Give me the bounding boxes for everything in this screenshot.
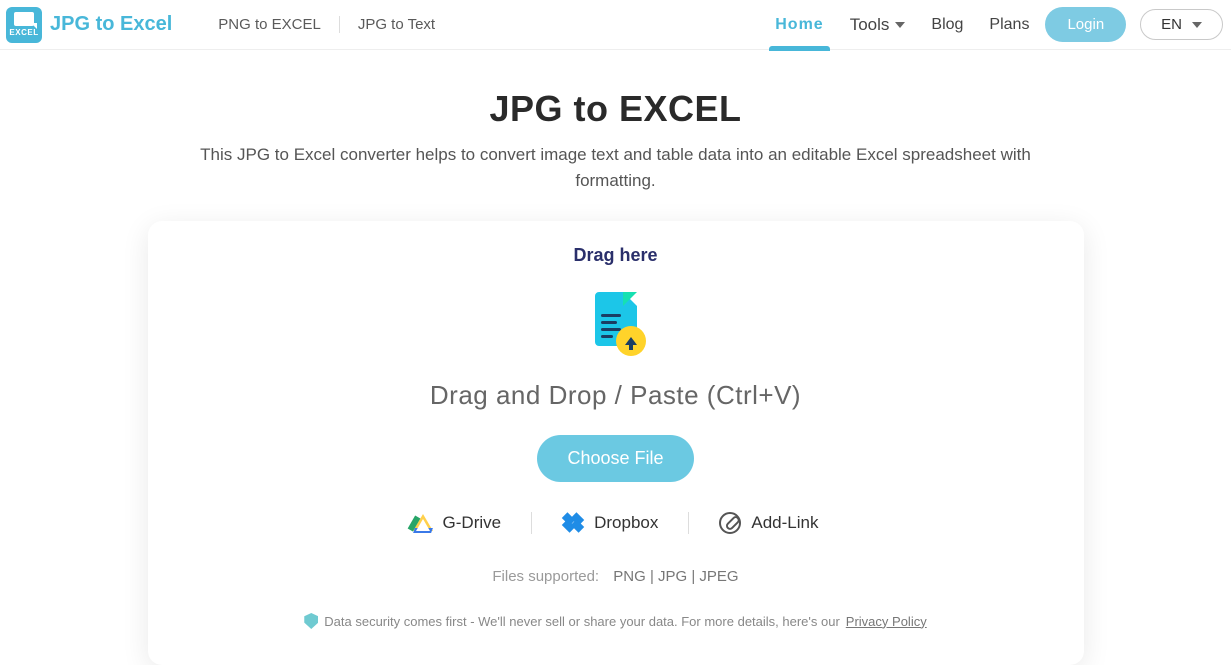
- nav-tools-label: Tools: [850, 15, 890, 35]
- supported-formats: Files supported: PNG | JPG | JPEG: [178, 568, 1054, 585]
- source-dropbox[interactable]: Dropbox: [532, 512, 689, 534]
- nav-link-jpg-to-text[interactable]: JPG to Text: [340, 16, 453, 33]
- supported-list: PNG | JPG | JPEG: [613, 568, 738, 585]
- nav-link-png-to-excel[interactable]: PNG to EXCEL: [200, 16, 340, 33]
- chevron-down-icon: [1192, 22, 1202, 28]
- page-title: JPG to EXCEL: [0, 88, 1231, 130]
- dropbox-icon: [562, 514, 584, 532]
- privacy-policy-link[interactable]: Privacy Policy: [846, 614, 927, 629]
- nav-tools-dropdown[interactable]: Tools: [850, 15, 906, 35]
- security-notice: Data security comes first - We'll never …: [178, 613, 1054, 629]
- supported-label: Files supported:: [492, 568, 599, 585]
- gdrive-icon: [413, 514, 433, 532]
- brand-logo[interactable]: EXCEL JPG to Excel: [6, 7, 172, 43]
- page-subtitle: This JPG to Excel converter helps to con…: [176, 142, 1056, 193]
- link-icon: [715, 507, 746, 538]
- upload-sources: G-Drive Dropbox Add-Link: [178, 512, 1054, 534]
- source-gdrive-label: G-Drive: [443, 513, 502, 533]
- brand-name: JPG to Excel: [50, 13, 172, 36]
- primary-nav: Home Tools Blog Plans: [775, 2, 1029, 48]
- language-selector[interactable]: EN: [1140, 9, 1223, 40]
- login-button[interactable]: Login: [1045, 7, 1126, 42]
- nav-home[interactable]: Home: [775, 2, 823, 48]
- drag-here-label: Drag here: [178, 245, 1054, 266]
- choose-file-button[interactable]: Choose File: [537, 435, 693, 482]
- source-addlink-label: Add-Link: [751, 513, 818, 533]
- upload-card: Drag here Drag and Drop / Paste (Ctrl+V)…: [148, 221, 1084, 665]
- source-gdrive[interactable]: G-Drive: [383, 512, 533, 534]
- logo-icon: EXCEL: [6, 7, 42, 43]
- security-text: Data security comes first - We'll never …: [324, 614, 840, 629]
- hero-section: JPG to EXCEL This JPG to Excel converter…: [0, 88, 1231, 193]
- secondary-nav: PNG to EXCEL JPG to Text: [200, 16, 453, 33]
- source-add-link[interactable]: Add-Link: [689, 512, 848, 534]
- shield-icon: [304, 613, 318, 629]
- drag-drop-instructions: Drag and Drop / Paste (Ctrl+V): [178, 380, 1054, 411]
- nav-plans[interactable]: Plans: [989, 2, 1029, 48]
- nav-blog[interactable]: Blog: [931, 2, 963, 48]
- chevron-down-icon: [895, 22, 905, 28]
- header: EXCEL JPG to Excel PNG to EXCEL JPG to T…: [0, 0, 1231, 50]
- upload-file-icon: [588, 292, 644, 354]
- language-current: EN: [1161, 16, 1182, 33]
- source-dropbox-label: Dropbox: [594, 513, 658, 533]
